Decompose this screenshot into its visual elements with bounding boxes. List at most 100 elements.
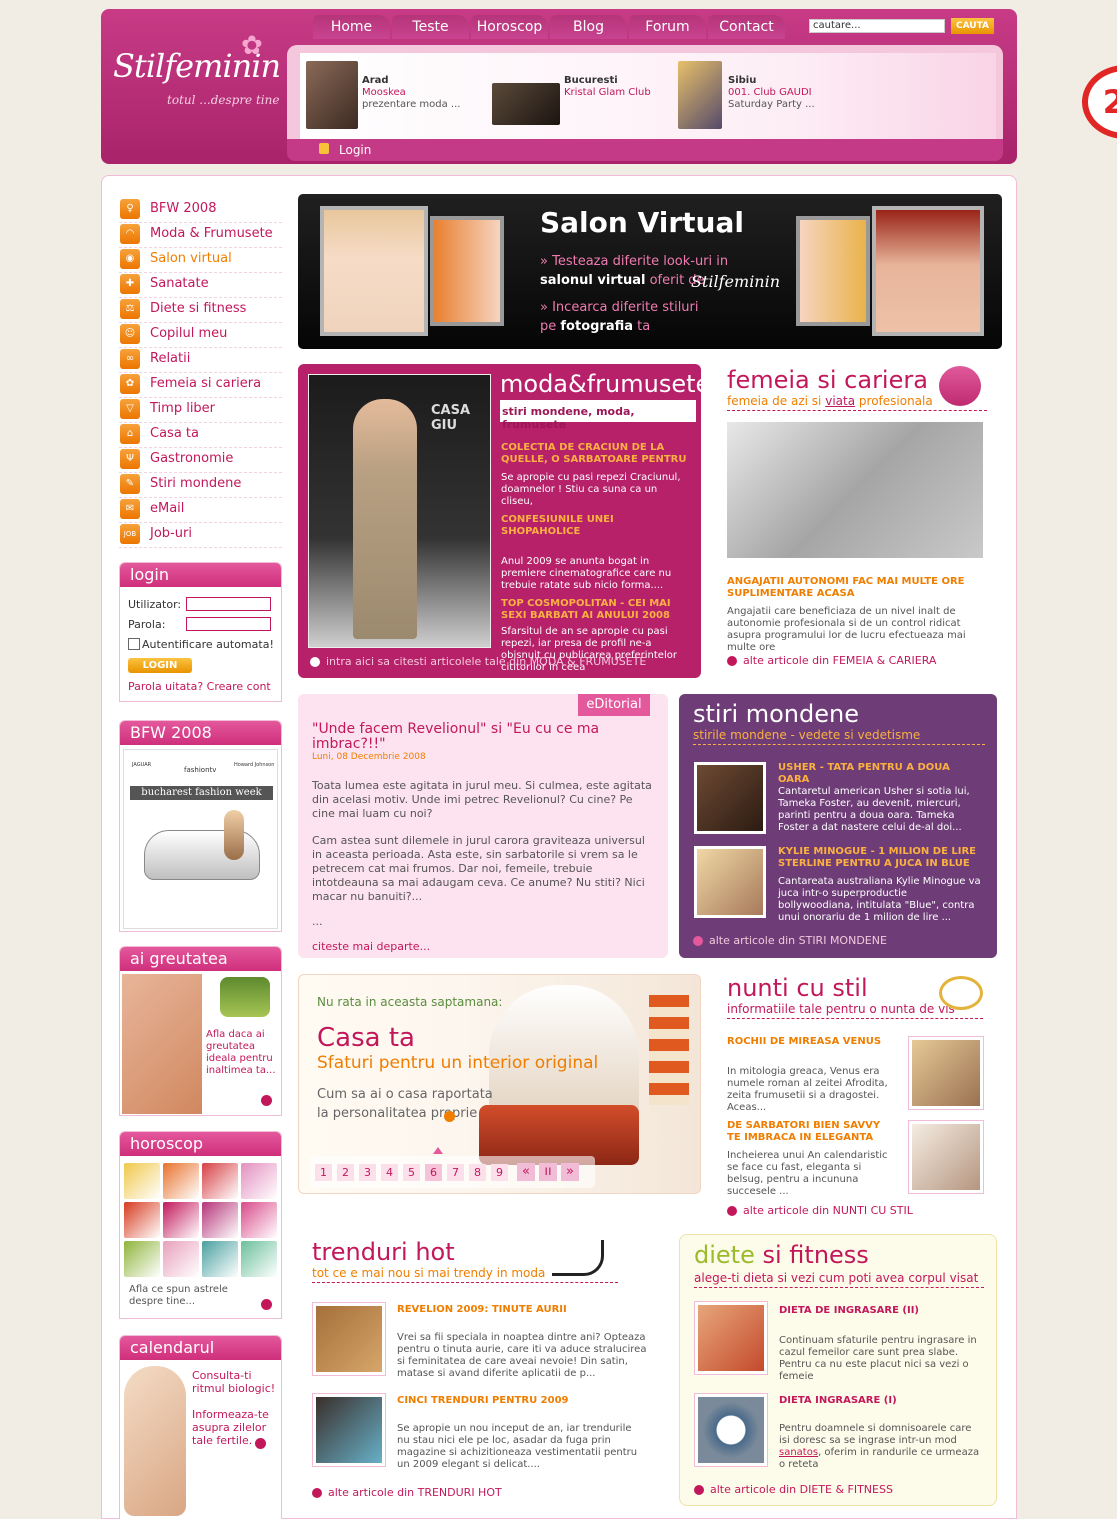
nunti-article-title[interactable]: ROCHII DE MIREASA VENUS (727, 1036, 897, 1048)
sidebar-item-cariera[interactable]: ✿ Femeia si cariera (119, 373, 282, 398)
forgot-create-links[interactable]: Parola uitata? Creare cont (128, 680, 271, 693)
pager-page-button[interactable]: 1 (315, 1163, 332, 1181)
sidebar-item-stiri[interactable]: ✎ Stiri mondene (119, 473, 282, 498)
horoscope-box[interactable]: horoscop Afla ce spun astrele despre tin… (119, 1131, 282, 1319)
sidebar-item-copilul[interactable]: ☺ Copilul meu (119, 323, 282, 348)
zodiac-sign-icon[interactable] (124, 1163, 160, 1199)
event-item[interactable]: Bucuresti Kristal Glam Club (492, 61, 662, 129)
moda-article-title[interactable]: COLECTIA DE CRACIUN DE LA QUELLE, O SARB… (501, 442, 691, 466)
auto-login-checkbox[interactable] (128, 638, 140, 650)
trend-thumb[interactable] (312, 1393, 386, 1467)
sidebar-item-bfw[interactable]: ♀ BFW 2008 (119, 198, 282, 223)
salon-line-2b: pe (540, 319, 557, 334)
bride-thumb[interactable] (908, 1036, 984, 1110)
usher-thumb[interactable] (694, 762, 766, 834)
zodiac-sign-icon[interactable] (241, 1163, 277, 1199)
zodiac-sign-icon[interactable] (202, 1202, 238, 1238)
event-item[interactable]: Sibiu 001. Club GAUDI Saturday Party ... (678, 61, 848, 129)
sidebar-item-relatii[interactable]: ∞ Relatii (119, 348, 282, 373)
stiri-article-title[interactable]: USHER - TATA PENTRU A DOUA OARA (778, 762, 983, 786)
event-item[interactable]: Arad Mooskea prezentare moda ... (306, 61, 476, 129)
nav-teste[interactable]: Teste (392, 15, 469, 39)
pager-control-button[interactable]: ıı (539, 1163, 557, 1181)
salon-line-2d: ta (637, 319, 651, 334)
trenduri-article-title[interactable]: REVELION 2009: TINUTE AURII (397, 1304, 647, 1316)
diete-article-title[interactable]: DIETA INGRASARE (I) (779, 1395, 984, 1407)
sidebar-item-gastronomie[interactable]: Ψ Gastronomie (119, 448, 282, 473)
cariera-article-title[interactable]: ANGAJATII AUTONOMI FAC MAI MULTE ORE SUP… (727, 576, 977, 600)
cariera-more-link[interactable]: alte articole din FEMEIA & CARIERA (727, 654, 936, 667)
nav-forum[interactable]: Forum (629, 15, 706, 39)
zodiac-sign-icon[interactable] (241, 1202, 277, 1238)
pager-page-button[interactable]: 9 (491, 1163, 508, 1181)
cariera-sub-2[interactable]: viata (825, 394, 855, 408)
sidebar-item-timp-liber[interactable]: ▽ Timp liber (119, 398, 282, 423)
pager-page-button[interactable]: 7 (447, 1163, 464, 1181)
nunti-article-title[interactable]: DE SARBATORI BIEN SAVVY TE IMBRACA IN EL… (727, 1120, 897, 1144)
nav-blog[interactable]: Blog (550, 15, 627, 39)
kylie-thumb[interactable] (694, 846, 766, 918)
diete-more-link[interactable]: alte articole din DIETE & FITNESS (694, 1483, 893, 1496)
moda-article-title[interactable]: CONFESIUNILE UNEI SHOPAHOLICE (501, 514, 691, 538)
bfw-box[interactable]: BFW 2008 JAGUAR fashiontv Howard Johnson… (119, 720, 282, 932)
search-input[interactable]: cautare... (809, 19, 945, 33)
moda-more-link[interactable]: intra aici sa citesti articolele tale di… (310, 655, 646, 668)
pager-control-button[interactable]: » (561, 1163, 579, 1181)
stiri-more-link[interactable]: alte articole din STIRI MONDENE (693, 934, 887, 947)
editorial-title[interactable]: "Unde facem Revelionul" si "Eu cu ce ma … (312, 722, 612, 752)
sidebar-item-sanatate[interactable]: ✚ Sanatate (119, 273, 282, 298)
moda-article-title[interactable]: TOP COSMOPOLITAN - CEI MAI SEXI BARBATI … (501, 598, 691, 622)
diete-article-title[interactable]: DIETA DE INGRASARE (II) (779, 1305, 984, 1317)
zodiac-sign-icon[interactable] (163, 1163, 199, 1199)
arrow-icon[interactable] (444, 1111, 455, 1122)
sidebar-item-salon[interactable]: ◉ Salon virtual (119, 248, 282, 273)
nav-horoscop[interactable]: Horoscop (471, 15, 548, 39)
sidebar-item-jobs[interactable]: JOB Job-uri (119, 523, 282, 548)
pager-page-button[interactable]: 2 (337, 1163, 354, 1181)
zodiac-sign-icon[interactable] (241, 1241, 277, 1277)
zodiac-sign-icon[interactable] (202, 1241, 238, 1277)
username-input[interactable] (186, 597, 271, 611)
salon-virtual-banner[interactable]: Salon Virtual » Testeaza diferite look-u… (298, 194, 1002, 349)
arrow-icon[interactable] (261, 1095, 272, 1106)
office-image[interactable] (727, 422, 983, 558)
weight-box[interactable]: ai greutatea ideala? Afla daca ai greuta… (119, 946, 282, 1116)
zodiac-sign-icon[interactable] (124, 1241, 160, 1277)
password-input[interactable] (186, 617, 271, 631)
nav-contact[interactable]: Contact (708, 15, 785, 39)
diete-desc-link[interactable]: sanatos (779, 1447, 818, 1458)
pager-page-button[interactable]: 8 (469, 1163, 486, 1181)
sidebar-item-email[interactable]: ✉ eMail (119, 498, 282, 523)
trenduri-article-title[interactable]: CINCI TRENDURI PENTRU 2009 (397, 1395, 647, 1407)
stiri-article-title[interactable]: KYLIE MINOGUE - 1 MILION DE LIRE STERLIN… (778, 846, 983, 870)
casa-section[interactable]: Nu rata in aceasta saptamana: Casa ta Sf… (298, 974, 701, 1194)
arrow-icon[interactable] (261, 1299, 272, 1310)
login-button[interactable]: LOGIN (128, 658, 192, 673)
zodiac-sign-icon[interactable] (163, 1202, 199, 1238)
zodiac-sign-icon[interactable] (202, 1163, 238, 1199)
diet-thumb[interactable] (694, 1393, 768, 1467)
pager-page-button[interactable]: 4 (381, 1163, 398, 1181)
editorial-more-link[interactable]: citeste mai departe... (312, 940, 430, 953)
pager-page-button[interactable]: 5 (403, 1163, 420, 1181)
login-link[interactable]: Login (339, 143, 371, 157)
dress-thumb[interactable] (908, 1120, 984, 1194)
pager-control-button[interactable]: « (517, 1163, 535, 1181)
pager-page-button[interactable]: 3 (359, 1163, 376, 1181)
fertility-box[interactable]: calendarul fertilitatii Consulta-ti ritm… (119, 1335, 282, 1519)
arrow-icon[interactable] (255, 1438, 266, 1449)
sidebar-item-casa[interactable]: ⌂ Casa ta (119, 423, 282, 448)
site-logo[interactable]: ✿ Stilfeminin totul ...despre tine (111, 31, 281, 131)
diet-thumb[interactable] (694, 1301, 768, 1375)
pager-page-button[interactable]: 6 (425, 1163, 442, 1181)
zodiac-sign-icon[interactable] (124, 1202, 160, 1238)
sidebar-item-diete[interactable]: ⚖ Diete si fitness (119, 298, 282, 323)
trenduri-more-link[interactable]: alte articole din TRENDURI HOT (312, 1486, 502, 1499)
trend-thumb[interactable] (312, 1302, 386, 1376)
runway-image[interactable]: CASA GIU (308, 374, 491, 648)
search-button[interactable]: CAUTA (951, 18, 994, 34)
nunti-more-link[interactable]: alte articole din NUNTI CU STIL (727, 1204, 913, 1217)
sidebar-item-moda[interactable]: ◠ Moda & Frumusete (119, 223, 282, 248)
nav-home[interactable]: Home (313, 15, 390, 39)
zodiac-sign-icon[interactable] (163, 1241, 199, 1277)
